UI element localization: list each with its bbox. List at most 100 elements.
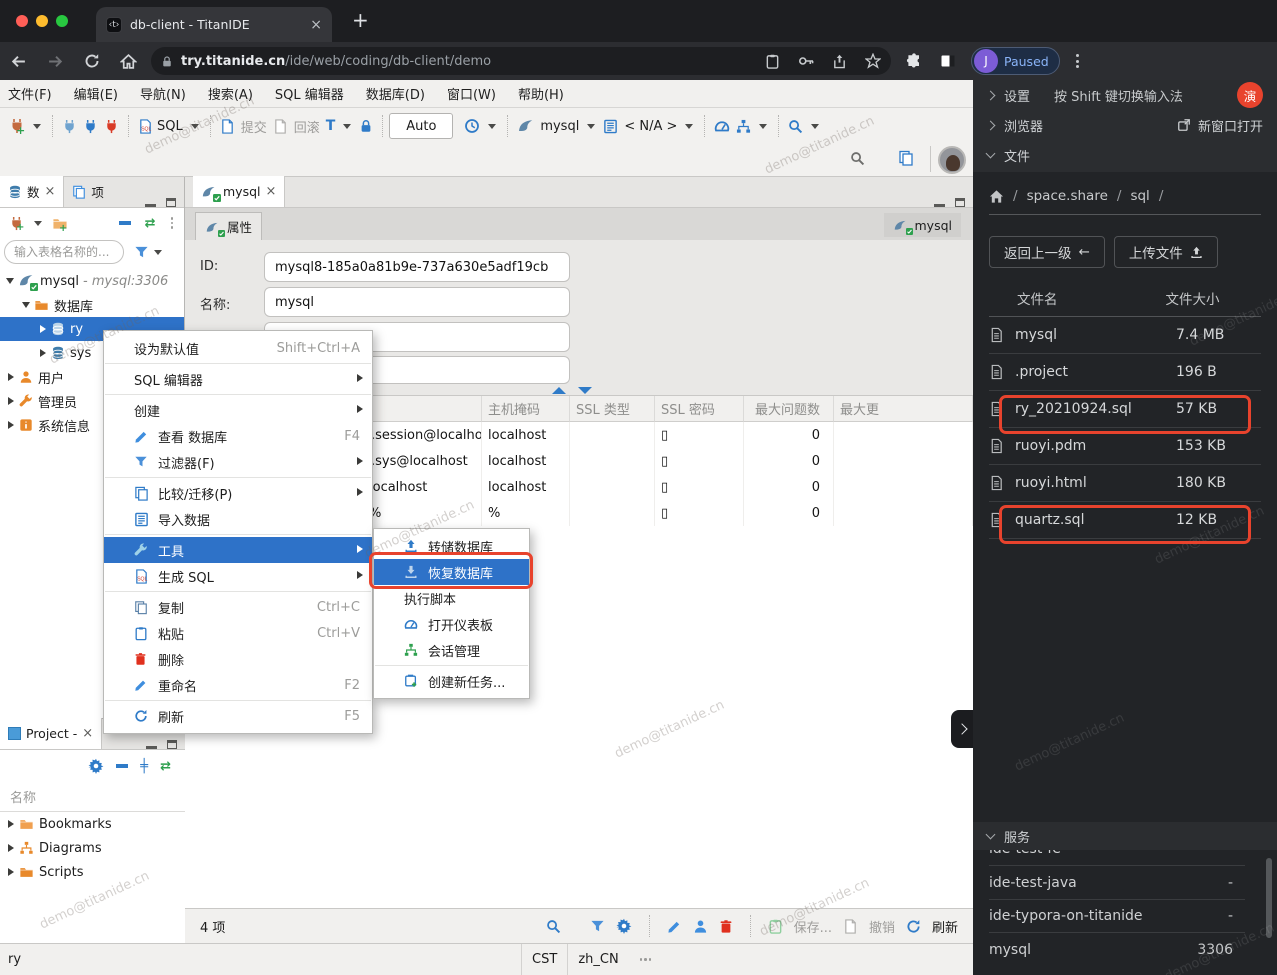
commit-button[interactable]: 提交 bbox=[238, 117, 270, 136]
refresh-icon[interactable] bbox=[906, 919, 921, 934]
splitter-down-icon[interactable] bbox=[578, 387, 592, 394]
breadcrumb-item[interactable]: space.share bbox=[1027, 188, 1108, 204]
reconnect-button[interactable] bbox=[80, 119, 101, 134]
splitter-up-icon[interactable] bbox=[552, 387, 566, 394]
new-tab-button[interactable]: + bbox=[352, 10, 369, 30]
cell-ssl-type[interactable] bbox=[570, 422, 655, 448]
menu-item-rename[interactable]: 重命名 F2 bbox=[104, 672, 372, 698]
grid-settings-icon[interactable] bbox=[616, 918, 632, 934]
twisty-collapsed-icon[interactable] bbox=[8, 868, 14, 876]
filter-icon[interactable] bbox=[134, 245, 149, 260]
new-connection-button[interactable]: + bbox=[6, 216, 27, 233]
menu-item-view-database[interactable]: 查看 数据库 F4 bbox=[104, 423, 372, 449]
tasks-icon[interactable] bbox=[733, 119, 754, 134]
cell-host[interactable]: % bbox=[482, 500, 570, 526]
cell-host[interactable]: localhost bbox=[482, 422, 570, 448]
minimize-panel-icon[interactable] bbox=[145, 204, 156, 207]
search-dropdown-icon[interactable] bbox=[811, 123, 820, 129]
project-name-column-header[interactable]: 名称 bbox=[0, 782, 185, 812]
menu-item-copy[interactable]: 复制 Ctrl+C bbox=[104, 594, 372, 620]
sidebar-section-services[interactable]: 服务 bbox=[973, 822, 1277, 850]
menu-database[interactable]: 数据库(D) bbox=[366, 84, 425, 103]
catalog-list-icon[interactable] bbox=[600, 119, 621, 134]
home-icon[interactable] bbox=[989, 189, 1004, 204]
gear-icon[interactable] bbox=[88, 758, 104, 774]
twisty-collapsed-icon[interactable] bbox=[8, 844, 14, 852]
tab-projects[interactable]: 项 bbox=[64, 176, 112, 207]
timezone-indicator[interactable]: CST bbox=[521, 944, 567, 975]
file-row-ry-sql[interactable]: ry_20210924.sql 57 KB bbox=[989, 391, 1261, 428]
cell-max-updates[interactable] bbox=[834, 474, 973, 500]
tab-close-icon[interactable]: × bbox=[45, 184, 56, 199]
connect-button[interactable] bbox=[59, 119, 80, 134]
upload-file-button[interactable]: 上传文件 bbox=[1113, 236, 1218, 268]
disconnect-button[interactable] bbox=[101, 119, 122, 134]
collapse-all-icon[interactable] bbox=[118, 221, 131, 225]
maximize-panel-icon[interactable] bbox=[166, 198, 176, 207]
menu-file[interactable]: 文件(F) bbox=[8, 84, 52, 103]
cell-max-questions[interactable]: 0 bbox=[744, 500, 834, 526]
tab-database-navigator[interactable]: 数 × bbox=[0, 176, 65, 207]
submenu-item-open-dashboard[interactable]: 打开仪表板 bbox=[374, 611, 529, 637]
extensions-puzzle-icon[interactable] bbox=[906, 53, 922, 69]
twisty-collapsed-icon[interactable] bbox=[8, 373, 14, 381]
locale-indicator[interactable]: zh_CN bbox=[567, 944, 628, 975]
window-close-button[interactable] bbox=[16, 15, 28, 27]
browser-menu-icon[interactable] bbox=[1075, 52, 1079, 71]
tab-close-icon[interactable]: × bbox=[266, 184, 277, 199]
lock-toggle-icon[interactable] bbox=[356, 119, 376, 133]
grid-filter-icon[interactable] bbox=[590, 919, 605, 934]
undo-button[interactable]: 撤销 bbox=[869, 917, 895, 936]
submenu-item-create-task[interactable]: 创建新任务... bbox=[374, 668, 529, 694]
cell-max-updates[interactable] bbox=[834, 448, 973, 474]
submenu-item-session-manager[interactable]: 会话管理 bbox=[374, 637, 529, 663]
address-bar[interactable]: try.titanide.cn/ide/web/coding/db-client… bbox=[151, 47, 891, 75]
twisty-expanded-icon[interactable] bbox=[22, 302, 30, 308]
menu-edit[interactable]: 编辑(E) bbox=[74, 84, 118, 103]
view-menu-icon[interactable] bbox=[170, 215, 175, 231]
sidebar-section-files[interactable]: 文件 bbox=[973, 140, 1277, 170]
forward-icon[interactable] bbox=[47, 53, 64, 70]
sidebar-section-browser[interactable]: 浏览器 新窗口打开 bbox=[973, 110, 1277, 140]
cell-max-updates[interactable] bbox=[834, 422, 973, 448]
expand-all-icon[interactable]: ╪ bbox=[140, 759, 148, 774]
tree-node-diagrams[interactable]: Diagrams bbox=[0, 836, 185, 860]
filter-dropdown-icon[interactable] bbox=[154, 249, 162, 255]
id-field[interactable] bbox=[264, 252, 570, 282]
twisty-expanded-icon[interactable] bbox=[6, 278, 14, 284]
menu-search[interactable]: 搜索(A) bbox=[208, 84, 253, 103]
tree-node-scripts[interactable]: Scripts bbox=[0, 860, 185, 884]
cell-max-questions[interactable]: 0 bbox=[744, 474, 834, 500]
menu-help[interactable]: 帮助(H) bbox=[518, 84, 564, 103]
menu-item-paste[interactable]: 粘贴 Ctrl+V bbox=[104, 620, 372, 646]
breadcrumb-item[interactable]: sql bbox=[1130, 188, 1149, 204]
add-row-icon[interactable] bbox=[693, 919, 708, 934]
cell-ssl-password[interactable]: ▯ bbox=[655, 474, 744, 500]
rollback-button[interactable]: 回滚 bbox=[291, 117, 323, 136]
home-icon[interactable] bbox=[120, 53, 137, 70]
menu-item-sql-editor[interactable]: SQL 编辑器 bbox=[104, 366, 372, 392]
col-header-max-updates[interactable]: 最大更 bbox=[834, 396, 973, 422]
mysql-dolphin-icon[interactable] bbox=[514, 118, 537, 134]
history-dropdown-icon[interactable] bbox=[488, 123, 497, 129]
open-new-window-button[interactable]: 新窗口打开 bbox=[1177, 116, 1263, 135]
menu-item-import-data[interactable]: 导入数据 bbox=[104, 506, 372, 532]
delete-row-icon[interactable] bbox=[719, 919, 733, 934]
cell-host[interactable]: localhost bbox=[482, 474, 570, 500]
new-folder-button[interactable]: + bbox=[49, 216, 71, 234]
twisty-collapsed-icon[interactable] bbox=[8, 421, 14, 429]
link-editor-icon[interactable]: ⇄ bbox=[145, 216, 156, 231]
cell-ssl-password[interactable]: ▯ bbox=[655, 422, 744, 448]
maximize-editor-icon[interactable] bbox=[955, 198, 965, 207]
menu-item-delete[interactable]: 删除 bbox=[104, 646, 372, 672]
col-header-max-questions[interactable]: 最大问题数 bbox=[744, 396, 834, 422]
twisty-collapsed-icon[interactable] bbox=[40, 325, 46, 333]
menu-item-create[interactable]: 创建 bbox=[104, 397, 372, 423]
cell-ssl-type[interactable] bbox=[570, 448, 655, 474]
sidebar-scrollbar[interactable] bbox=[1266, 858, 1272, 938]
ime-badge[interactable]: 演 bbox=[1237, 82, 1263, 108]
perspective-icon[interactable] bbox=[898, 150, 914, 166]
menu-sql-editor[interactable]: SQL 编辑器 bbox=[275, 84, 344, 103]
go-up-button[interactable]: 返回上一级 ← bbox=[989, 236, 1105, 268]
new-connection-dropdown-icon[interactable] bbox=[33, 123, 41, 129]
